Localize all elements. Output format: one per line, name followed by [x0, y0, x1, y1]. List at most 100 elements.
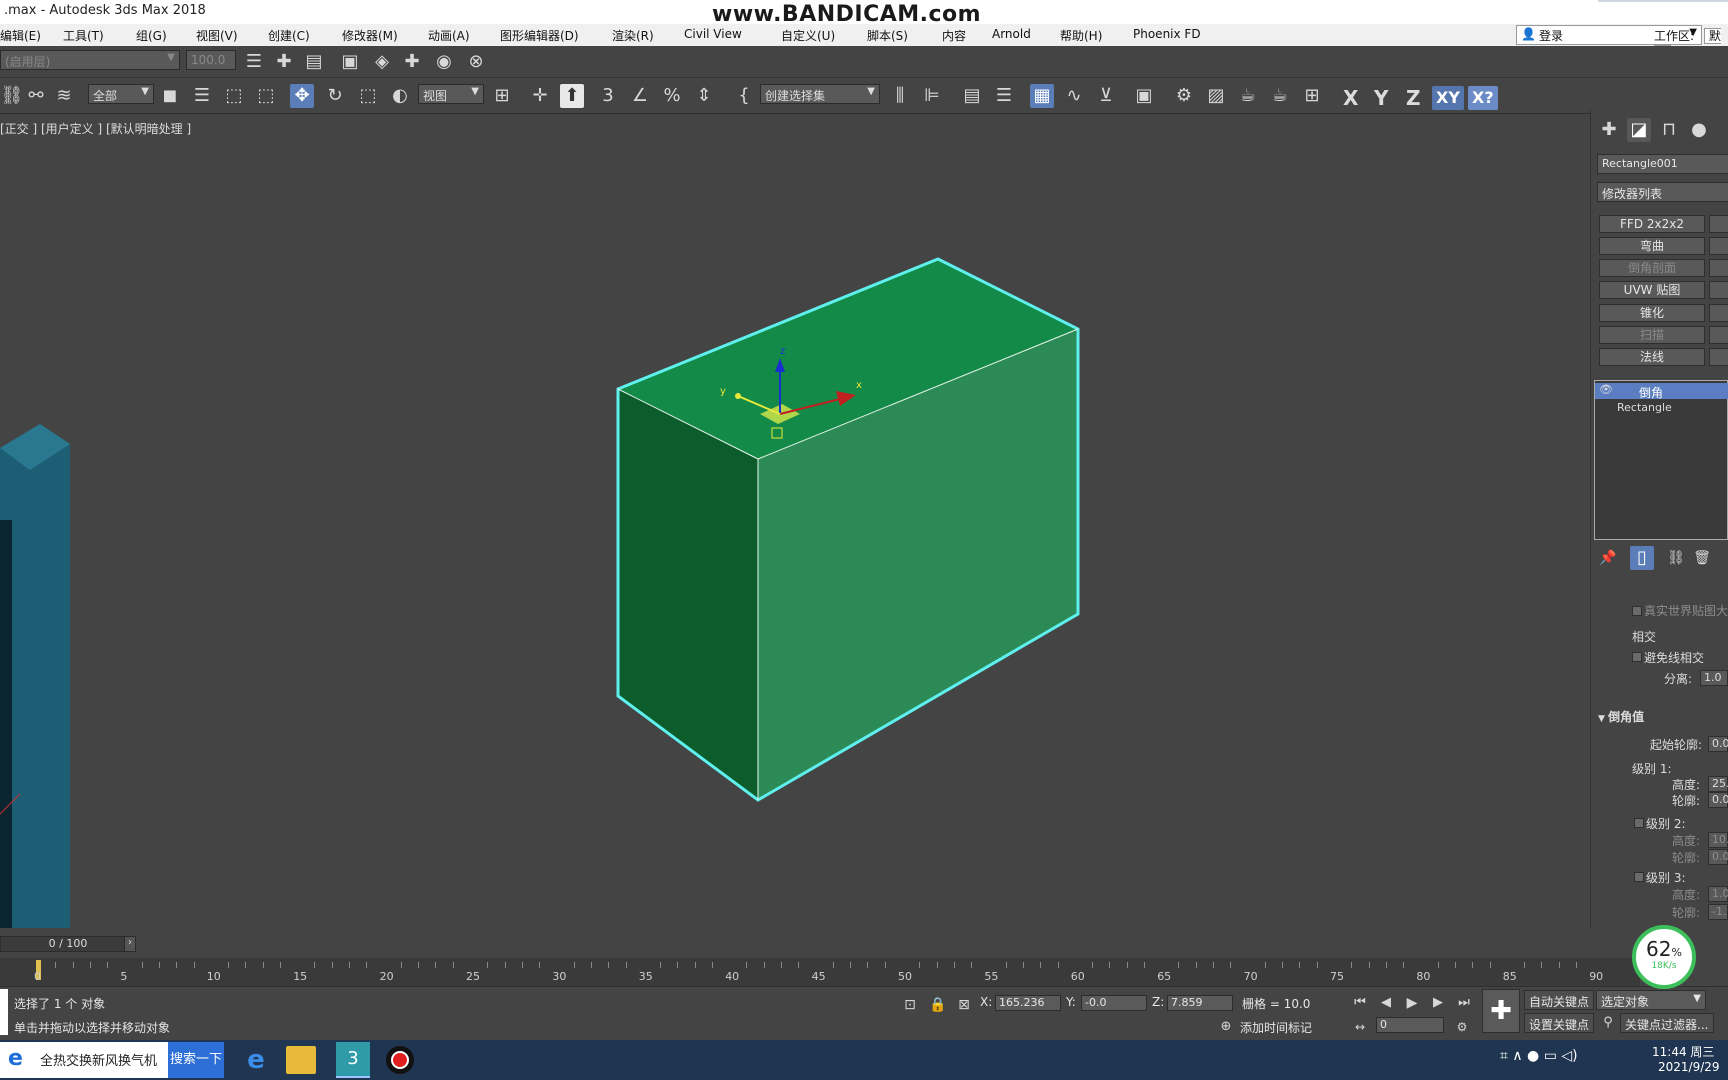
- select-and-scale-icon[interactable]: ⬚: [356, 84, 380, 108]
- level1-height-spinner[interactable]: 25.: [1708, 776, 1728, 792]
- add-layer-icon[interactable]: ✚: [272, 50, 296, 74]
- rendered-frame-window-icon[interactable]: ▨: [1204, 84, 1228, 108]
- mirror-icon[interactable]: ⫼: [888, 84, 912, 108]
- axis-xy-button[interactable]: XY: [1432, 86, 1464, 110]
- layer-copy-icon[interactable]: ▣: [338, 50, 362, 74]
- menu-scripting[interactable]: 脚本(S): [867, 27, 908, 44]
- schematic-view-icon[interactable]: ⊻: [1094, 84, 1118, 108]
- go-to-end-icon[interactable]: ⏭: [1452, 991, 1476, 1015]
- layer-stack-icon[interactable]: ◈: [370, 50, 394, 74]
- link-icon[interactable]: ⛓: [0, 84, 24, 108]
- menu-tools[interactable]: 工具(T): [63, 27, 104, 44]
- menu-content[interactable]: 内容: [942, 27, 966, 44]
- axis-z-button[interactable]: Z: [1406, 86, 1421, 110]
- menu-customize[interactable]: 自定义(U): [781, 27, 835, 44]
- set-key-big-button[interactable]: ✚: [1482, 989, 1520, 1033]
- snaps-toggle-icon[interactable]: 3: [596, 84, 620, 108]
- modifier-button-col2[interactable]: [1709, 281, 1728, 299]
- percent-spinner[interactable]: 100.0: [186, 50, 236, 70]
- select-and-place-icon[interactable]: ◐: [388, 84, 412, 108]
- modifier-button-col2[interactable]: [1709, 304, 1728, 322]
- bend-modifier-button[interactable]: 弯曲: [1599, 237, 1705, 255]
- remove-modifier-icon[interactable]: 🗑: [1690, 546, 1714, 570]
- modifier-button-col2[interactable]: [1709, 259, 1728, 277]
- isolate-selection-icon[interactable]: ⊡: [898, 993, 922, 1017]
- modifier-button-col2[interactable]: [1709, 326, 1728, 344]
- time-tag-icon[interactable]: ⊕: [1214, 1015, 1238, 1039]
- x-coord-field[interactable]: 165.236: [995, 995, 1061, 1011]
- menu-create[interactable]: 创建(C): [268, 27, 310, 44]
- pivot-center-icon[interactable]: ⊞: [490, 84, 514, 108]
- modifier-button-col2[interactable]: [1709, 348, 1728, 366]
- select-object-icon[interactable]: ◼: [158, 84, 182, 108]
- select-and-rotate-icon[interactable]: ↻: [323, 84, 347, 108]
- previous-frame-icon[interactable]: ◀: [1374, 991, 1398, 1015]
- menu-animation[interactable]: 动画(A): [428, 27, 470, 44]
- selected-objects-dropdown[interactable]: 选定对象 ▼: [1596, 990, 1706, 1010]
- file-explorer-icon[interactable]: [286, 1046, 316, 1074]
- pin-stack-icon[interactable]: 📌: [1596, 546, 1620, 570]
- select-and-move-icon[interactable]: ✥: [290, 84, 314, 108]
- next-frame-icon[interactable]: ▶: [1426, 991, 1450, 1015]
- axis-constraint-button[interactable]: X?: [1468, 86, 1498, 110]
- render-grid-icon[interactable]: ⊞: [1300, 84, 1324, 108]
- unlink-icon[interactable]: ⚯: [24, 84, 48, 108]
- reference-coordinate-dropdown[interactable]: 视图 ▼: [418, 84, 484, 104]
- show-end-result-icon[interactable]: ▯: [1630, 546, 1654, 570]
- bevel-values-header[interactable]: ▼ 倒角值: [1598, 708, 1644, 725]
- menu-help[interactable]: 帮助(H): [1060, 27, 1102, 44]
- stack-item-bevel[interactable]: 👁 倒角: [1595, 383, 1728, 400]
- current-frame-field[interactable]: 0: [1376, 1017, 1444, 1033]
- set-key-button[interactable]: 设置关键点: [1524, 1013, 1595, 1033]
- menu-modifiers[interactable]: 修改器(M): [342, 27, 398, 44]
- layer-explorer-icon[interactable]: ☰: [992, 84, 1016, 108]
- add-time-tag[interactable]: 添加时间标记: [1240, 1019, 1312, 1036]
- hierarchy-tab-icon[interactable]: ⊓: [1657, 118, 1681, 142]
- z-coord-field[interactable]: 7.859: [1167, 995, 1233, 1011]
- time-slider[interactable]: 0 / 100: [0, 936, 136, 952]
- layer-dropdown[interactable]: (启用层) ▼: [0, 50, 180, 70]
- percent-snap-icon[interactable]: %: [660, 84, 684, 108]
- internet-explorer-icon[interactable]: e: [240, 1044, 272, 1076]
- go-to-start-icon[interactable]: ⏮: [1348, 991, 1372, 1015]
- edit-named-selection-icon[interactable]: {: [732, 84, 756, 108]
- taskbar-search-box[interactable]: e 全热交换新风换气机: [0, 1042, 168, 1078]
- render-iterative-icon[interactable]: ☕: [1268, 84, 1292, 108]
- modify-tab-icon[interactable]: ◪: [1627, 118, 1651, 142]
- absolute-mode-icon[interactable]: ⊠: [952, 993, 976, 1017]
- spinner-snap-icon[interactable]: ⇕: [692, 84, 716, 108]
- axis-x-button[interactable]: X: [1343, 86, 1358, 110]
- tray-icons[interactable]: ⌗ ∧ ● ▭ ◁): [1500, 1048, 1578, 1064]
- angle-snap-icon[interactable]: ∠: [628, 84, 652, 108]
- menu-views[interactable]: 视图(V): [196, 27, 238, 44]
- axis-y-button[interactable]: Y: [1374, 86, 1388, 110]
- ffd-modifier-button[interactable]: FFD 2x2x2: [1599, 215, 1705, 233]
- menu-group[interactable]: 组(G): [136, 27, 167, 44]
- avoid-intersect-checkbox[interactable]: [1632, 652, 1642, 662]
- time-config-arrows-icon[interactable]: ↔: [1348, 1015, 1372, 1039]
- level3-checkbox[interactable]: [1634, 872, 1644, 882]
- select-by-name-icon[interactable]: ☰: [190, 84, 214, 108]
- normal-modifier-button[interactable]: 法线: [1599, 348, 1705, 366]
- separation-spinner[interactable]: 1.0: [1700, 670, 1728, 686]
- layer-explorer-icon[interactable]: ⊗: [464, 50, 488, 74]
- make-unique-icon[interactable]: ⛓: [1664, 546, 1688, 570]
- realworld-checkbox[interactable]: [1632, 606, 1642, 616]
- level3-outline-spinner[interactable]: -1.: [1708, 904, 1728, 920]
- menu-edit[interactable]: 编辑(E): [0, 27, 41, 44]
- uvw-map-modifier-button[interactable]: UVW 贴图: [1599, 281, 1705, 299]
- taskbar-search-button[interactable]: 搜索一下: [168, 1042, 224, 1078]
- sweep-modifier-button[interactable]: 扫描: [1599, 326, 1705, 344]
- layers-icon[interactable]: ☰: [242, 50, 266, 74]
- key-filters-button[interactable]: 关键点过滤器...: [1620, 1013, 1714, 1033]
- next-frame-arrow-icon[interactable]: ›: [124, 936, 136, 952]
- selection-lock-icon[interactable]: 🔒: [926, 993, 950, 1017]
- material-editor-icon[interactable]: ▣: [1132, 84, 1156, 108]
- play-icon[interactable]: ▶: [1400, 991, 1424, 1015]
- eye-icon[interactable]: 👁: [1599, 383, 1613, 396]
- curve-editor-icon[interactable]: ∿: [1062, 84, 1086, 108]
- object-name-field[interactable]: Rectangle001: [1597, 154, 1728, 174]
- bevel-profile-modifier-button[interactable]: 倒角剖面: [1599, 259, 1705, 277]
- modifier-button-col2[interactable]: [1709, 237, 1728, 255]
- stack-item-rectangle[interactable]: Rectangle: [1617, 401, 1672, 414]
